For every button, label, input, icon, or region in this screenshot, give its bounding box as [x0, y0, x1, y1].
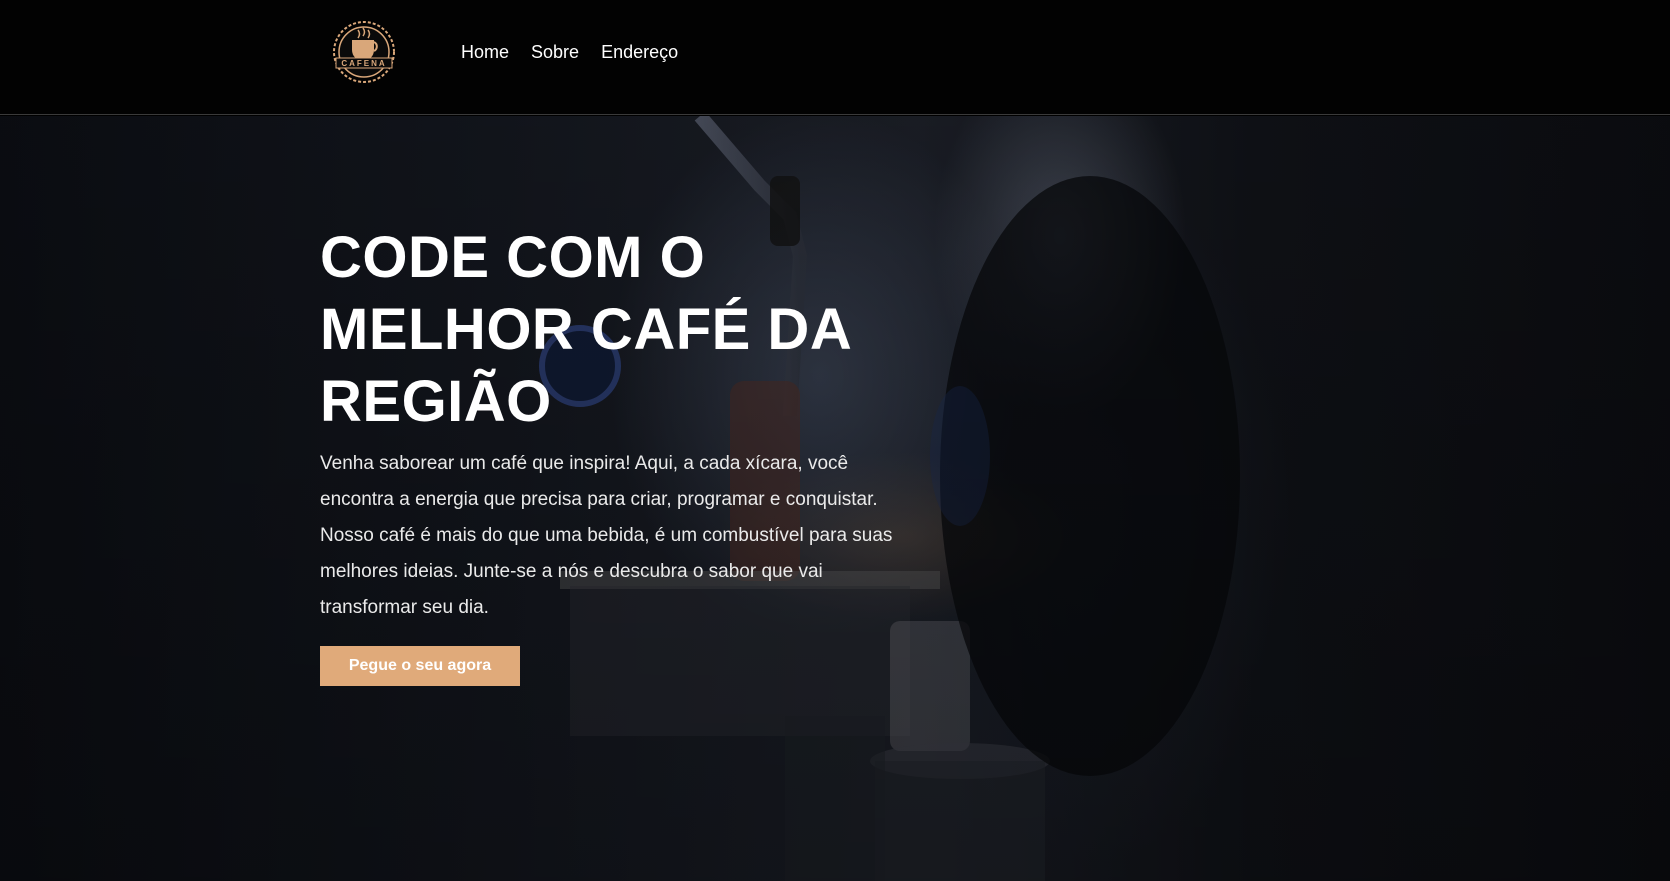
coffee-cup-gear-logo-icon: CAFENA: [333, 21, 395, 83]
nav-sobre-link[interactable]: Sobre: [531, 42, 579, 63]
main-nav: Home Sobre Endereço: [461, 42, 678, 63]
hero-title: CODE COM O MELHOR CAFÉ DA REGIÃO: [320, 225, 851, 434]
top-navbar: CAFENA Home Sobre Endereço: [0, 0, 1670, 115]
hero-section: CODE COM O MELHOR CAFÉ DA REGIÃO Venha s…: [0, 116, 1670, 881]
hero-description: Venha saborear um café que inspira! Aqui…: [320, 453, 893, 618]
cafena-logo[interactable]: CAFENA: [326, 18, 402, 86]
logo-text: CAFENA: [341, 59, 386, 68]
nav-home-link[interactable]: Home: [461, 42, 509, 63]
get-yours-button[interactable]: Pegue o seu agora: [320, 646, 520, 686]
nav-endereco-link[interactable]: Endereço: [601, 42, 678, 63]
